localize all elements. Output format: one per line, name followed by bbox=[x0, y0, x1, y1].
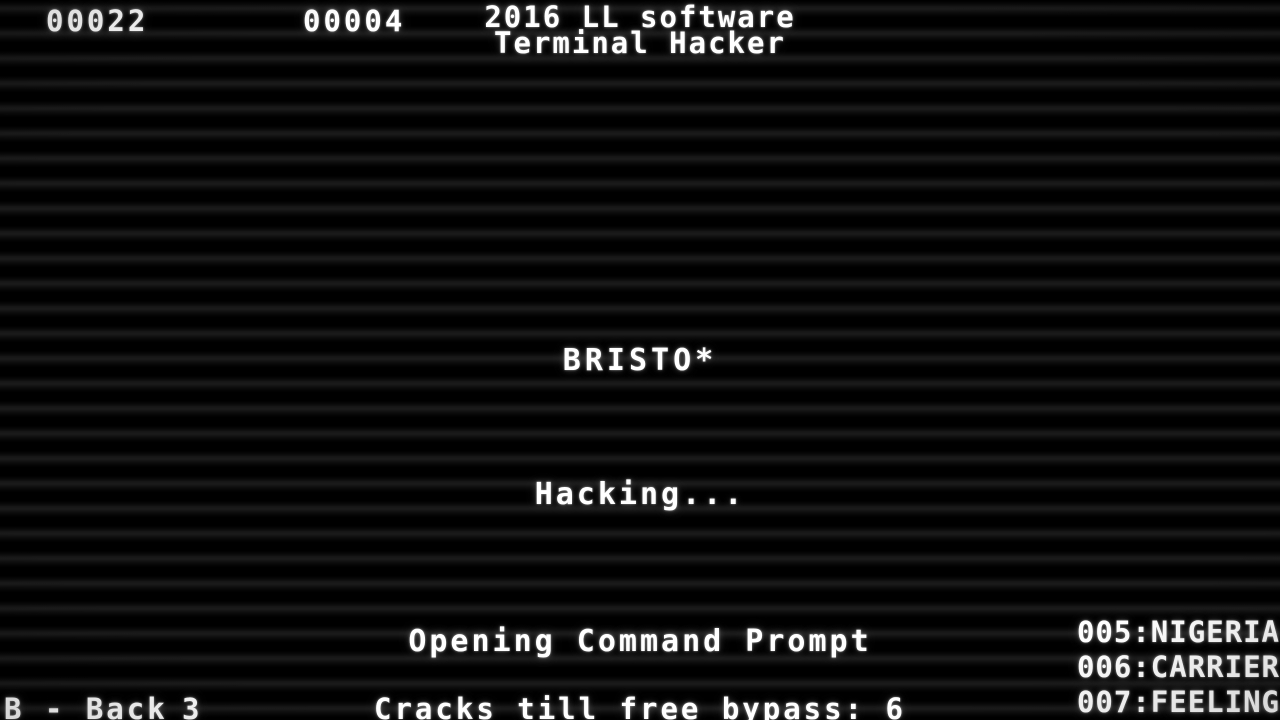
terminal-list-item[interactable]: 007:FEELING bbox=[1077, 685, 1280, 720]
terminal-list: 005:NIGERIA 006:CARRIER 007:FEELING bbox=[1077, 615, 1280, 720]
terminal-list-item[interactable]: 005:NIGERIA bbox=[1077, 615, 1280, 650]
title-block: 2016 LL software Terminal Hacker bbox=[0, 3, 1280, 60]
game-screen: 00022 00004 2016 LL software Terminal Ha… bbox=[0, 0, 1280, 720]
title-line-game: Terminal Hacker bbox=[494, 26, 786, 60]
password-guess-display: BRISTO* bbox=[562, 343, 718, 378]
terminal-list-item[interactable]: 006:CARRIER bbox=[1077, 650, 1280, 685]
hacking-status-text: Hacking... bbox=[534, 477, 746, 512]
